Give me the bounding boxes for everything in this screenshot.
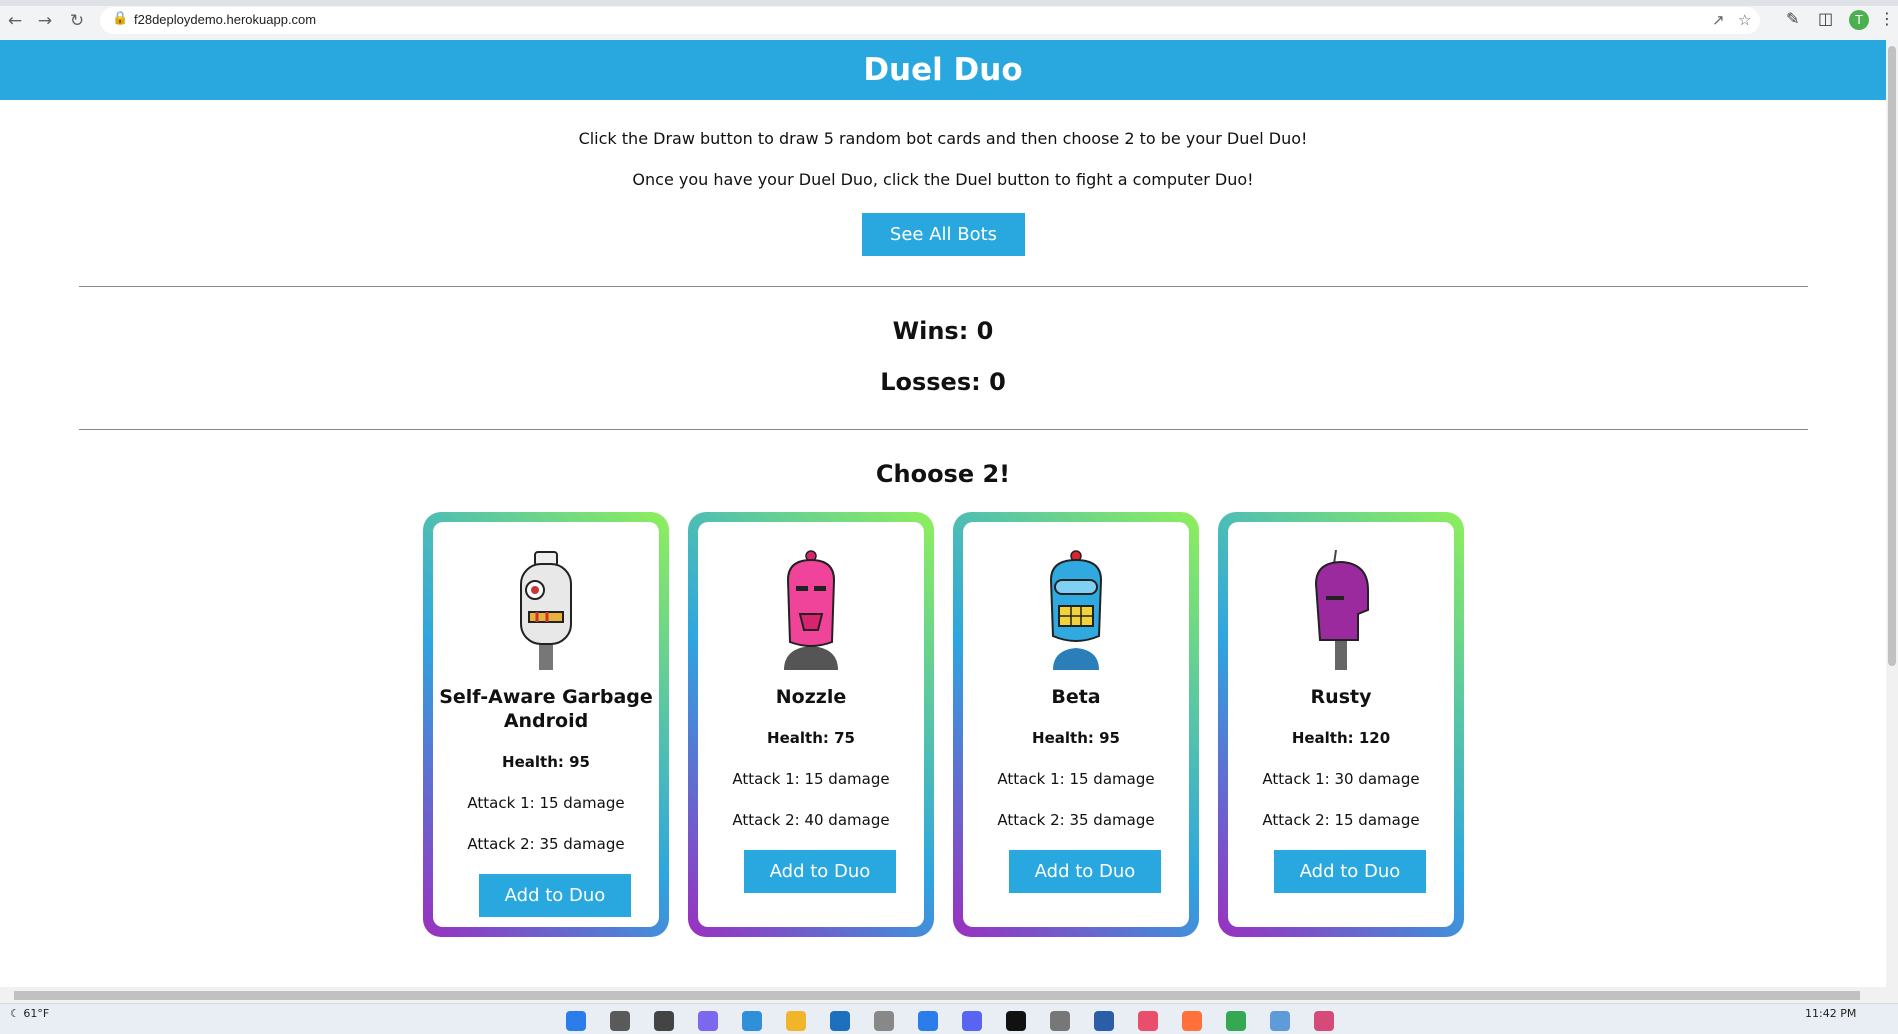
robot-nozzle-image [784,550,838,670]
bot-attack-2: Attack 2: 15 damage [1262,811,1420,829]
weather-widget[interactable]: ☾ 61°F [10,1007,49,1020]
app-window-icon[interactable] [1270,1011,1290,1031]
lock-icon: 🔒 [112,11,129,26]
notepad-icon[interactable] [1094,1011,1114,1031]
tab-strip [0,0,1898,6]
os-taskbar: ☾ 61°F 11:42 PM [0,1003,1898,1034]
intro-text-2: Once you have your Duel Duo, click the D… [632,170,1254,189]
horizontal-scrollbar[interactable] [0,987,1898,1003]
side-panel-icon[interactable]: ◫ [1818,9,1833,28]
bot-health: Health: 95 [502,753,590,771]
bot-attack-2: Attack 2: 35 damage [467,835,625,853]
forward-icon[interactable]: → [34,10,56,32]
settings-gear-icon[interactable] [874,1011,894,1031]
share-icon[interactable]: ↗ [1712,11,1725,29]
add-to-duo-button[interactable]: Add to Duo [479,874,631,917]
file-explorer-icon[interactable] [786,1011,806,1031]
vertical-scrollbar[interactable] [1886,40,1898,987]
taskbar-clock[interactable]: 11:42 PM [1805,1007,1856,1020]
bot-attack-1: Attack 1: 15 damage [997,770,1155,788]
url-text: f28deploydemo.herokuapp.com [134,12,317,27]
see-all-bots-button[interactable]: See All Bots [862,213,1025,256]
store-icon[interactable] [830,1011,850,1031]
profile-avatar[interactable]: T [1849,10,1869,30]
vscode-icon[interactable] [918,1011,938,1031]
bot-name: Rusty [1310,686,1372,708]
divider [79,286,1808,287]
menu-kebab-icon[interactable]: ⋮ [1879,9,1895,28]
moon-icon: ☾ [10,1007,20,1020]
bot-attack-1: Attack 1: 15 damage [732,770,890,788]
wins-counter: Wins: 0 [892,317,994,345]
git-app-icon[interactable] [1138,1011,1158,1031]
bot-health: Health: 120 [1291,729,1391,747]
bot-health: Health: 75 [767,729,855,747]
bot-name: Self-Aware Garbage Android [439,686,653,732]
choose-heading: Choose 2! [875,460,1011,488]
bot-health: Health: 95 [1032,729,1120,747]
add-to-duo-button[interactable]: Add to Duo [744,850,896,893]
chrome-icon[interactable] [1226,1011,1246,1031]
bot-card: Rusty Health: 120 Attack 1: 30 damage At… [1218,512,1464,937]
robot-rusty-image [1314,550,1369,670]
bookmark-star-icon[interactable]: ☆ [1738,11,1751,29]
page-content: Duel Duo Click the Draw button to draw 5… [0,40,1886,987]
site-header: Duel Duo [0,40,1886,100]
add-to-duo-button[interactable]: Add to Duo [1274,850,1426,893]
snipping-tool-icon[interactable] [1314,1011,1334,1031]
add-to-duo-button[interactable]: Add to Duo [1009,850,1161,893]
bot-attack-1: Attack 1: 30 damage [1262,770,1420,788]
intro-text-1: Click the Draw button to draw 5 random b… [578,129,1308,148]
netflix-icon[interactable] [1006,1011,1026,1031]
divider [79,429,1808,430]
robot-self-aware-garbage-android-image [520,551,572,670]
bot-attack-2: Attack 2: 35 damage [997,811,1155,829]
gear-app-icon[interactable] [1050,1011,1070,1031]
reload-icon[interactable]: ↻ [66,10,88,32]
bot-card: Self-Aware Garbage Android Health: 95 At… [423,512,669,937]
browser-toolbar: ← → ↻ 🔒 f28deploydemo.herokuapp.com ↗ ☆ … [0,0,1898,41]
bot-attack-1: Attack 1: 15 damage [467,794,625,812]
search-icon[interactable] [610,1011,630,1031]
address-bar[interactable]: 🔒 f28deploydemo.herokuapp.com ↗ ☆ [100,7,1760,34]
task-view-icon[interactable] [654,1011,674,1031]
bot-name: Beta [1051,686,1101,708]
browser-app-icon[interactable] [742,1011,762,1031]
discord-icon[interactable] [962,1011,982,1031]
start-icon[interactable] [566,1011,586,1031]
teams-icon[interactable] [698,1011,718,1031]
back-icon[interactable]: ← [4,10,26,32]
bot-card: Nozzle Health: 75 Attack 1: 15 damage At… [688,512,934,937]
losses-counter: Losses: 0 [880,368,1006,396]
extensions-icon[interactable]: ✎ [1786,9,1799,28]
robot-beta-image [1049,550,1103,670]
firefox-icon[interactable] [1182,1011,1202,1031]
bot-attack-2: Attack 2: 40 damage [732,811,890,829]
temperature-text: 61°F [23,1007,50,1020]
page-title: Duel Duo [863,52,1023,88]
bot-name: Nozzle [775,686,847,708]
bot-card: Beta Health: 95 Attack 1: 15 damage Atta… [953,512,1199,937]
